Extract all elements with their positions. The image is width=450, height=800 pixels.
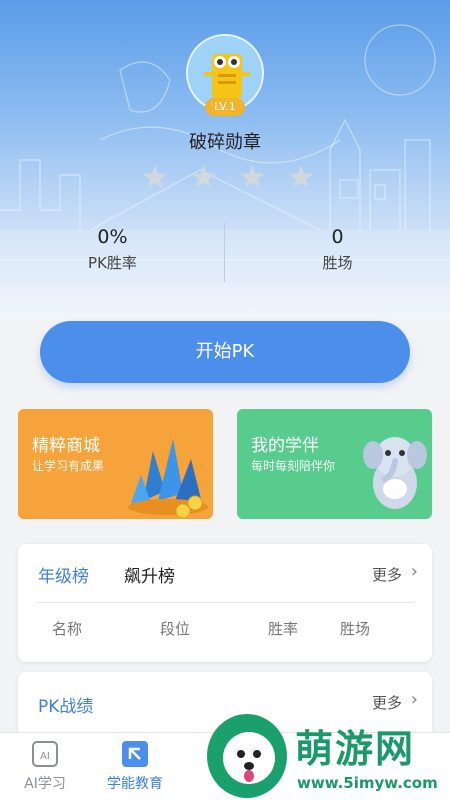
win-rate-label: PK胜率 (88, 254, 137, 272)
pk-record-title: PK战绩 (38, 697, 94, 717)
tab-rising-rank[interactable]: 飙升榜 (124, 562, 175, 587)
leaderboard-more-link[interactable]: 更多 (372, 564, 402, 585)
pk-record-more-link[interactable]: 更多 (372, 692, 402, 713)
watermark-dog-logo-icon (207, 714, 287, 798)
tab-grade-rank[interactable]: 年级榜 (38, 562, 89, 587)
tab-ai-study[interactable]: AI AI学习 (0, 733, 90, 800)
win-rate-stat: 0% PK胜率 (0, 226, 225, 273)
site-watermark: 萌游网 www.5imyw.com (205, 712, 450, 800)
header-divider (36, 602, 414, 603)
column-name: 名称 (52, 620, 83, 638)
star-icon: ★ (189, 158, 218, 196)
shop-subtitle: 让学习有成果 (32, 459, 105, 473)
badge-name: 破碎勋章 (189, 132, 261, 153)
watermark-url: www.5imyw.com (297, 774, 438, 792)
tab-education-label: 学能教育 (107, 776, 163, 792)
shop-card[interactable]: 精粹商城 让学习有成果 (18, 409, 213, 519)
wins-stat: 0 胜场 (225, 226, 450, 273)
partner-subtitle: 每时每刻陪伴你 (251, 459, 336, 473)
watermark-brand: 萌游网 (295, 727, 416, 771)
column-win-rate: 胜率 (268, 620, 299, 638)
partner-title: 我的学伴 (251, 436, 319, 456)
elephant-icon (363, 437, 427, 509)
level-badge: LV.1 (205, 98, 245, 116)
ai-study-icon: AI (32, 741, 58, 767)
column-rank-tier: 段位 (160, 620, 191, 638)
leaderboard-panel: 年级榜 飙升榜 更多 › 名称 段位 胜率 胜场 (18, 544, 432, 662)
tab-ai-study-label: AI学习 (24, 776, 66, 792)
star-icon: ★ (286, 158, 316, 196)
shop-title: 精粹商城 (32, 436, 100, 456)
column-wins: 胜场 (340, 620, 371, 638)
chevron-right-icon[interactable]: › (411, 689, 418, 710)
wins-label: 胜场 (322, 254, 353, 272)
star-icon: ★ (140, 158, 170, 196)
profile-header: LV.1 破碎勋章 ★ ★ ★ ★ 0% PK胜率 0 胜场 (0, 0, 450, 320)
star-rating: ★ ★ ★ ★ (138, 160, 318, 196)
svg-text:AI: AI (40, 751, 50, 762)
tab-education[interactable]: 学能教育 (90, 733, 180, 800)
wins-value: 0 (331, 226, 344, 248)
crystal-icon (128, 439, 208, 519)
star-icon: ★ (237, 158, 267, 196)
chevron-right-icon[interactable]: › (411, 561, 418, 582)
start-pk-button[interactable]: 开始PK (40, 321, 410, 383)
partner-card[interactable]: 我的学伴 每时每刻陪伴你 (237, 409, 432, 519)
education-icon (122, 741, 148, 767)
win-rate-value: 0% (97, 226, 128, 248)
